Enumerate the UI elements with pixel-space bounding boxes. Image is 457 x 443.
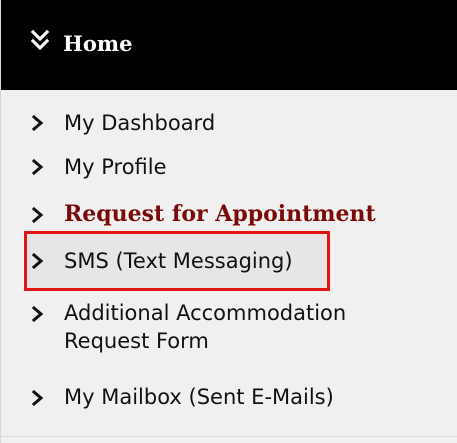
menu-item-my-dashboard[interactable]: My Dashboard bbox=[1, 100, 457, 144]
menu-item-label-line1: Additional Accommodation bbox=[64, 301, 347, 325]
chevron-right-icon bbox=[32, 159, 44, 175]
chevron-right-icon bbox=[32, 306, 44, 322]
double-chevron-down-icon bbox=[31, 29, 49, 51]
navigation-panel: Home My Dashboard My Profile Request for… bbox=[0, 0, 457, 443]
menu-item-label: Request for Appointment bbox=[64, 201, 376, 227]
menu-item-my-profile[interactable]: My Profile bbox=[1, 144, 457, 188]
chevron-right-icon bbox=[32, 207, 44, 223]
divider bbox=[1, 436, 457, 437]
menu-item-label: SMS (Text Messaging) bbox=[64, 249, 293, 273]
menu-item-additional-accommodation[interactable]: Additional Accommodation Request Form bbox=[1, 301, 457, 374]
menu-item-sms-text-messaging[interactable]: SMS (Text Messaging) bbox=[1, 237, 457, 283]
menu-item-label: My Mailbox (Sent E-Mails) bbox=[64, 385, 334, 409]
chevron-right-icon bbox=[32, 115, 44, 131]
menu-item-label: My Profile bbox=[64, 155, 167, 179]
menu-header-title: Home bbox=[63, 31, 133, 56]
chevron-right-icon bbox=[32, 390, 44, 406]
menu-item-label: My Dashboard bbox=[64, 111, 216, 135]
menu-item-my-mailbox[interactable]: My Mailbox (Sent E-Mails) bbox=[1, 374, 457, 420]
menu-item-request-for-appointment[interactable]: Request for Appointment bbox=[1, 191, 457, 237]
menu-item-label-line2: Request Form bbox=[64, 329, 209, 353]
chevron-right-icon bbox=[32, 253, 44, 269]
menu-header[interactable]: Home bbox=[1, 0, 457, 90]
